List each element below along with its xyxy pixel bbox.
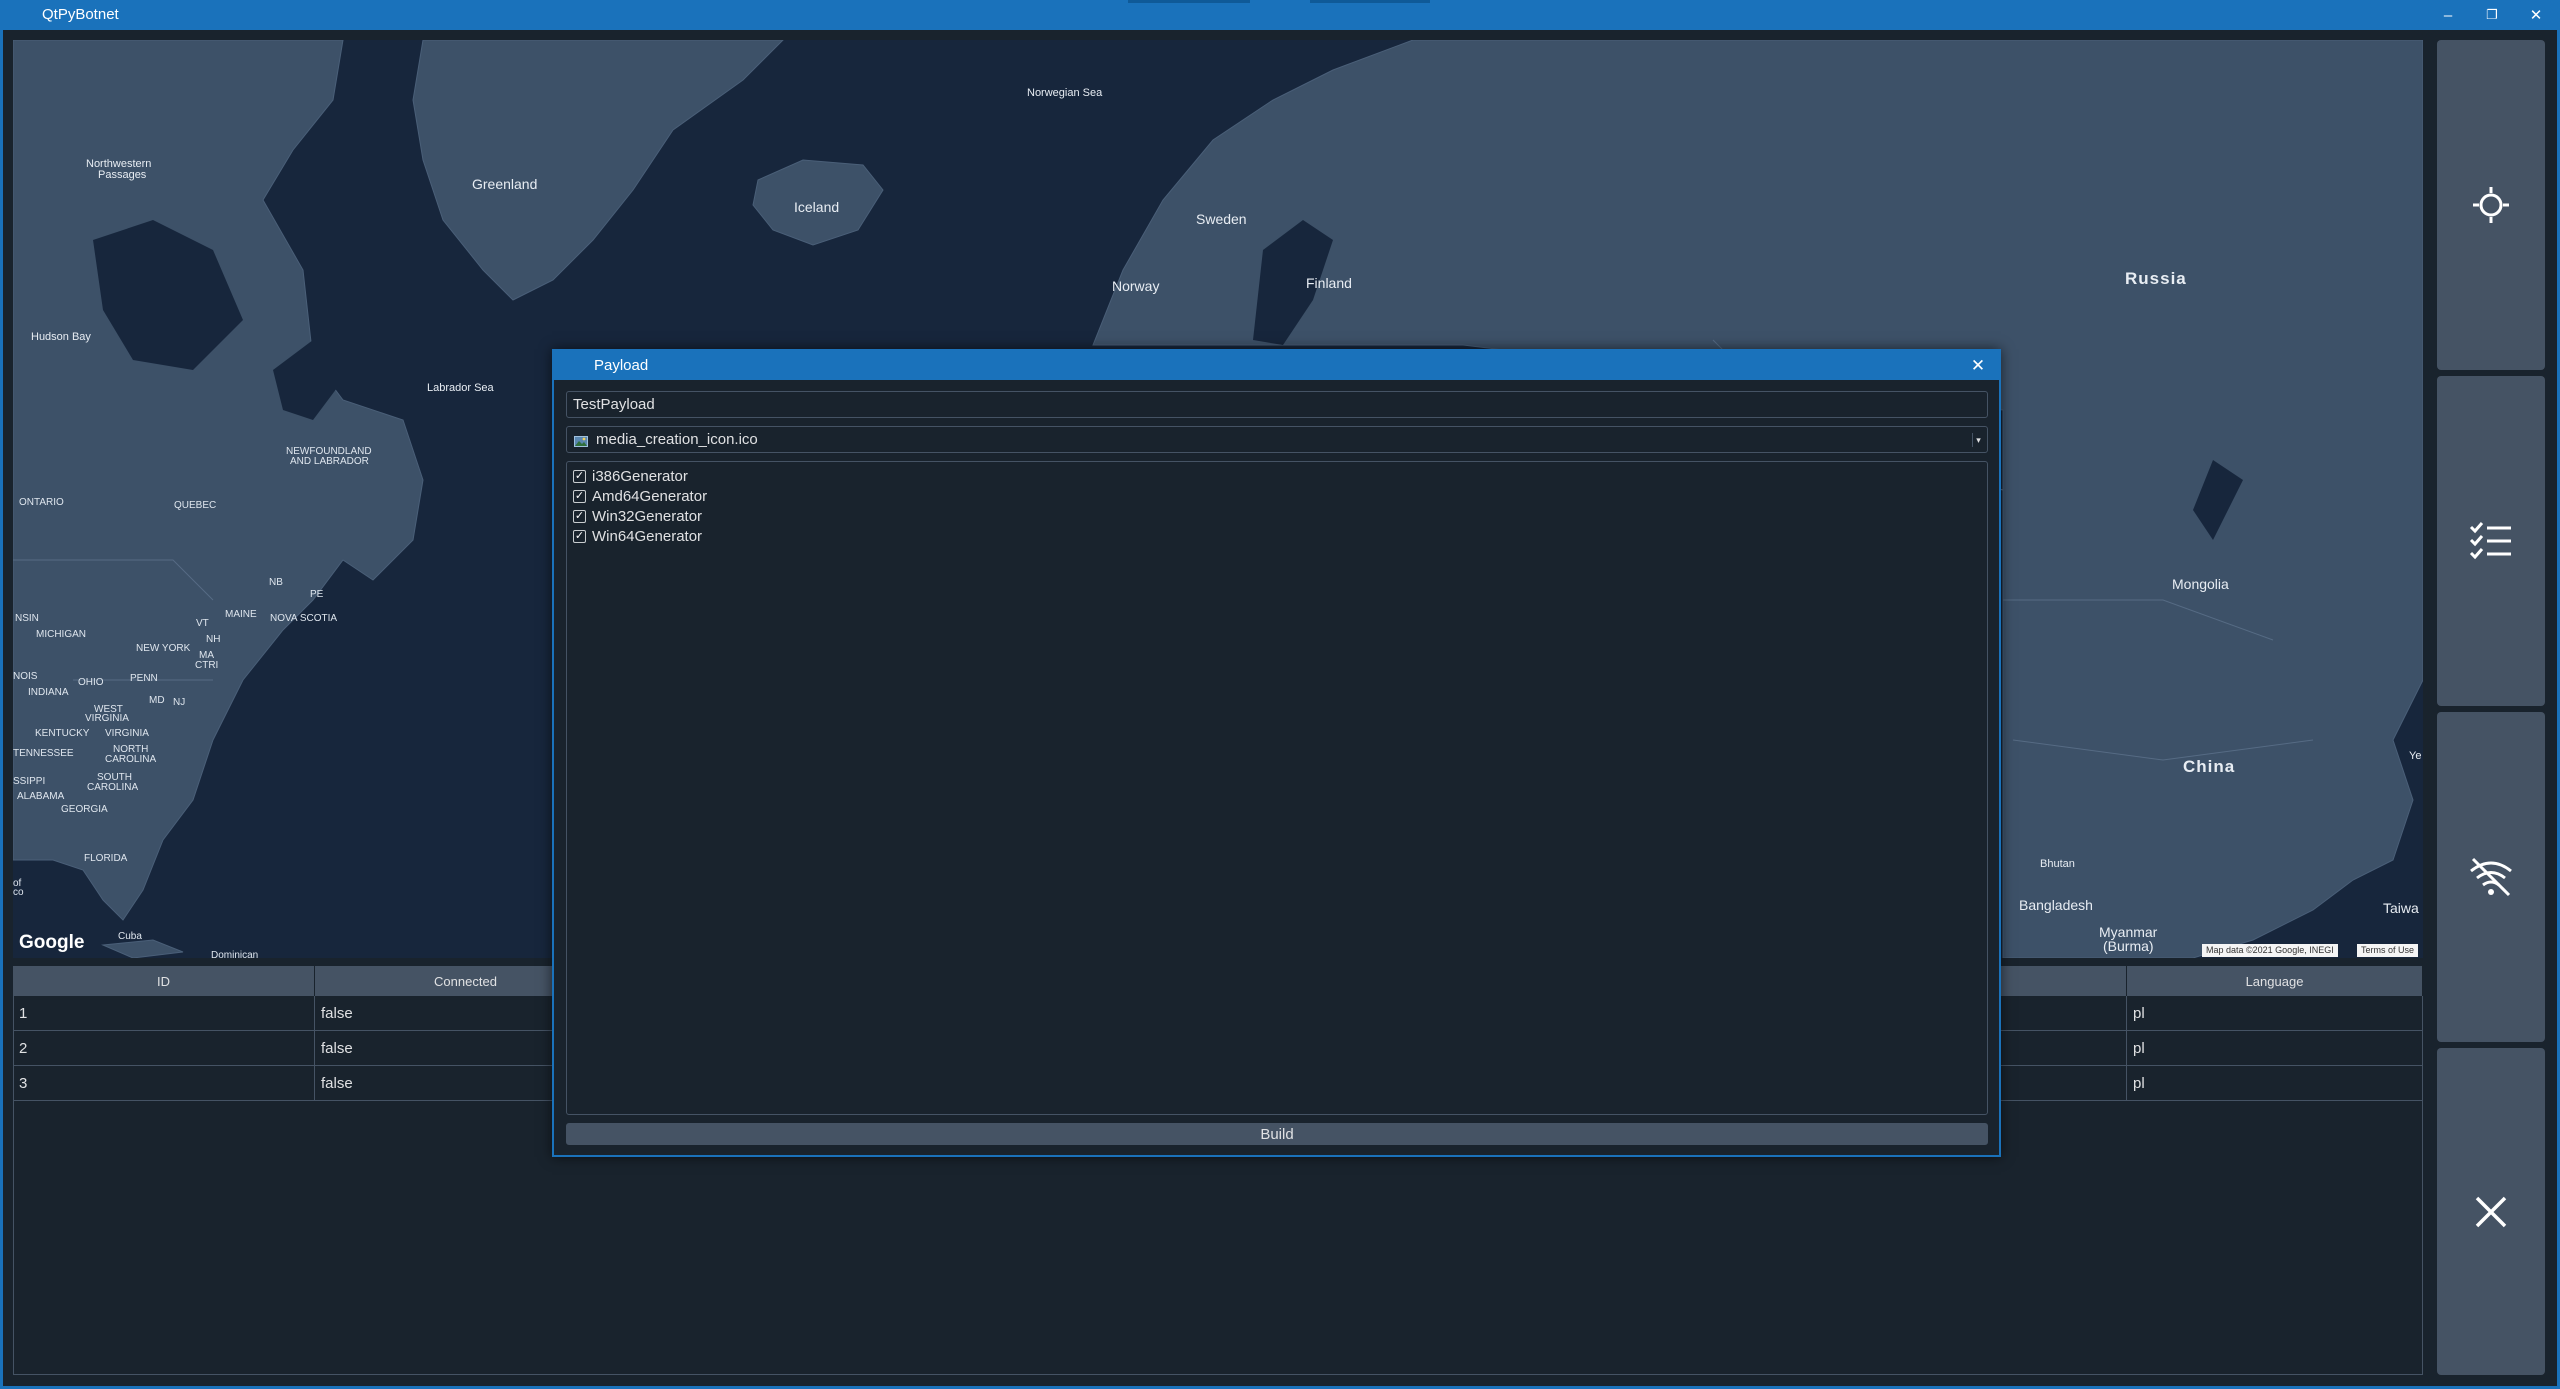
map-label: VIRGINIA [105,728,149,739]
map-label: NH [206,634,221,645]
minimize-button[interactable]: – [2426,0,2470,30]
generator-label: Win64Generator [592,527,703,545]
map-label: VT [196,618,209,629]
map-label: Ye [2409,750,2422,762]
map-label: MAINE [225,609,257,620]
map-label: SSIPPI [13,776,46,787]
title-bar: QtPyBotnet – ❐ ✕ [0,0,2560,30]
dialog-close-button[interactable]: ✕ [1963,351,1993,380]
cell-language: pl [2127,996,2423,1030]
map-label: GEORGIA [61,804,108,815]
icon-select[interactable]: media_creation_icon.ico ▾ [566,426,1988,453]
chevron-down-icon[interactable]: ▾ [1972,433,1984,447]
map-label: Bangladesh [2019,897,2093,913]
column-header-id[interactable]: ID [13,966,315,996]
map-label: co [13,887,24,898]
center-map-button[interactable] [2437,40,2545,370]
map-label: Dominican [211,950,259,958]
tasks-button[interactable] [2437,376,2545,706]
map-label: MICHIGAN [36,629,86,640]
map-label: NJ [173,697,186,708]
map-label: OHIO [78,677,104,688]
image-file-icon [574,434,588,447]
window-title: QtPyBotnet [42,6,119,23]
map-label: ALABAMA [17,791,65,802]
dialog-title-bar[interactable]: Payload ✕ [554,351,1999,380]
map-label: KENTUCKY [35,728,90,739]
map-label: Norway [1112,278,1160,294]
generator-label: i386Generator [592,467,688,485]
map-label: Norwegian Sea [1027,87,1103,99]
map-label: Labrador Sea [427,382,494,394]
map-label: NOIS [13,671,38,682]
map-label: Hudson Bay [31,331,91,343]
map-label: NSIN [15,613,39,624]
column-header-language[interactable]: Language [2127,966,2423,996]
icon-select-value: media_creation_icon.ico [596,431,758,448]
map-label: MD [149,695,165,706]
map-label: PE [310,589,324,600]
map-attribution[interactable]: Map data ©2021 Google, INEGI [2202,944,2338,957]
cell-id: 3 [13,1066,315,1100]
map-label: Taiwa [2383,900,2419,916]
map-label: FLORIDA [84,853,128,864]
map-label: NEW YORK [136,643,191,654]
map-label: Greenland [472,176,538,192]
generator-item-i386[interactable]: ✓ i386Generator [567,466,1987,486]
map-label: QUEBEC [174,500,217,511]
center-focus-icon [2473,187,2509,223]
title-bar-accent [1128,0,1250,3]
map-label: Passages [98,169,147,181]
map-label: TENNESSEE [13,748,74,759]
disconnect-button[interactable] [2437,712,2545,1042]
generator-label: Win32Generator [592,507,703,525]
cell-id: 1 [13,996,315,1030]
generator-checkbox[interactable]: ✓ [573,469,586,483]
cell-language: pl [2127,1066,2423,1100]
wifi-off-icon [2470,857,2512,897]
generator-list: ✓ i386Generator ✓ Amd64Generator ✓ Win32… [566,461,1988,1115]
map-label: CAROLINA [105,754,157,765]
map-label: CAROLINA [87,782,139,793]
generator-item-win64[interactable]: ✓ Win64Generator [567,526,1987,546]
map-label: VIRGINIA [85,713,129,724]
cell-language: pl [2127,1031,2423,1065]
generator-checkbox[interactable]: ✓ [573,489,586,503]
restore-button[interactable]: ❐ [2470,0,2514,30]
generator-item-win32[interactable]: ✓ Win32Generator [567,506,1987,526]
map-label: CTRI [195,660,219,671]
checklist-icon [2469,522,2511,560]
map-label: ONTARIO [19,497,64,508]
map-label: Russia [2125,269,2187,288]
payload-dialog: Payload ✕ media_creation_icon.ico ▾ ✓ i3… [552,349,2001,1157]
google-logo[interactable]: Google [19,932,84,954]
generator-item-amd64[interactable]: ✓ Amd64Generator [567,486,1987,506]
map-label: Finland [1306,275,1352,291]
map-label: AND LABRADOR [290,456,369,467]
map-label: INDIANA [28,687,69,698]
map-label: China [2183,757,2236,776]
map-label: Sweden [1196,211,1247,227]
map-label: (Burma) [2103,938,2154,954]
map-label: PENN [130,673,158,684]
payload-name-input[interactable] [566,391,1988,418]
map-label: Mongolia [2172,576,2229,592]
close-button[interactable] [2437,1048,2545,1375]
side-panel [2437,40,2545,1375]
generator-checkbox[interactable]: ✓ [573,529,586,543]
map-label: NOVA SCOTIA [270,613,338,624]
window-close-button[interactable]: ✕ [2514,0,2558,30]
map-terms-link[interactable]: Terms of Use [2357,944,2419,957]
build-button[interactable]: Build [566,1123,1988,1145]
generator-checkbox[interactable]: ✓ [573,509,586,523]
close-icon [2475,1196,2507,1227]
dialog-title: Payload [594,357,649,374]
title-bar-accent [1310,0,1430,3]
map-label: Cuba [118,931,142,942]
map-label: Iceland [794,199,840,215]
map-label: Bhutan [2040,858,2075,870]
cell-id: 2 [13,1031,315,1065]
generator-label: Amd64Generator [592,487,708,505]
map-label: NB [269,577,283,588]
